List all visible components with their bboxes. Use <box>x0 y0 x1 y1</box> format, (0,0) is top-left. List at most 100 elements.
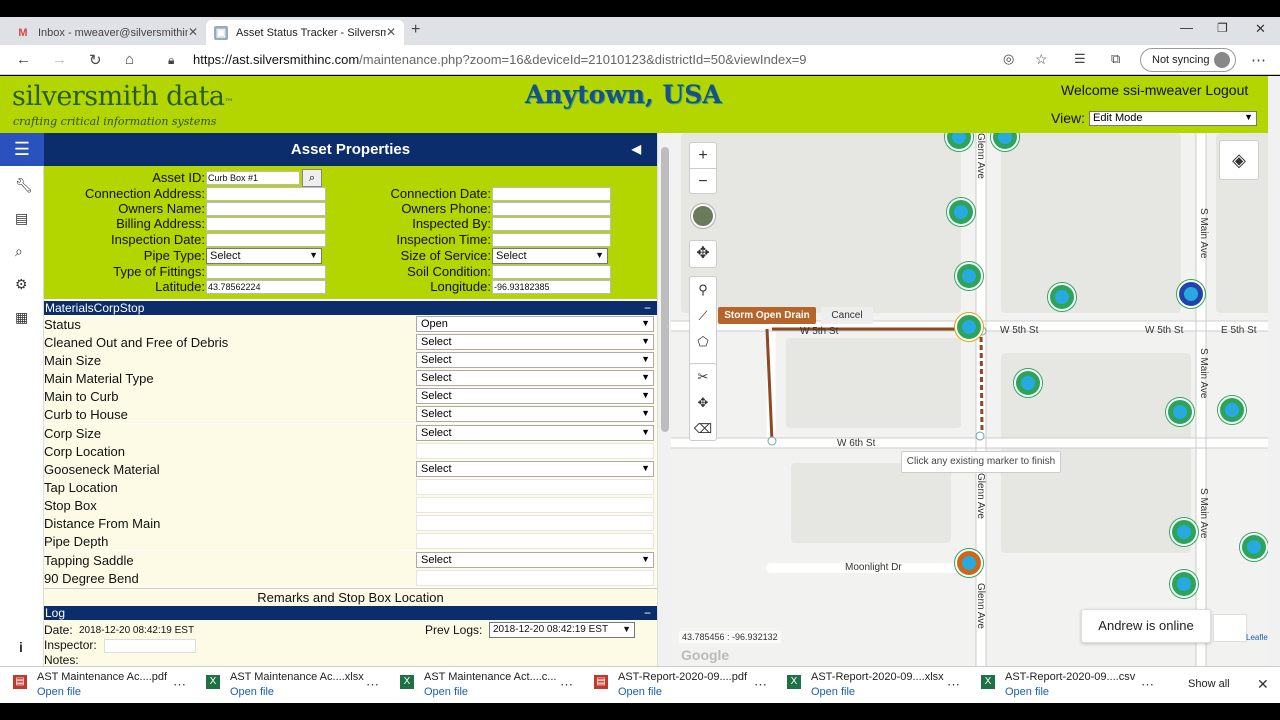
collapse-panel-icon[interactable]: ◀ <box>632 133 641 166</box>
type-of-fittings-input[interactable] <box>206 265 326 279</box>
new-tab-icon[interactable]: + <box>411 21 420 39</box>
asset-marker[interactable] <box>1166 398 1194 426</box>
reload-icon[interactable]: ↻ <box>89 51 102 69</box>
material-row-select[interactable]: Select ▼ <box>416 352 654 368</box>
close-window-icon[interactable]: ✕ <box>1255 21 1266 37</box>
back-icon[interactable]: ← <box>16 51 31 68</box>
material-row-select[interactable]: Select ▼ <box>416 388 654 404</box>
remarks-heading[interactable]: Remarks and Stop Box Location <box>44 588 657 606</box>
lock-icon[interactable]: 🔒︎ <box>168 53 174 68</box>
download-menu-icon[interactable]: ⋯ <box>560 677 573 693</box>
download-item[interactable]: X AST Maintenance Ac....xlsx Open file ⋯ <box>206 671 386 701</box>
map-view[interactable]: W 5th St W 5th St W 5th St E 5th St W 6t… <box>671 133 1268 666</box>
document-icon[interactable]: ▤ <box>15 210 28 227</box>
download-menu-icon[interactable]: ⋯ <box>366 677 379 693</box>
prev-logs-select[interactable]: 2018-12-20 08:42:19 EST ▼ <box>489 622 635 638</box>
profile-button[interactable]: Not syncing <box>1140 48 1236 72</box>
eraser-tool-icon[interactable]: ⌫ <box>690 416 716 442</box>
download-item[interactable]: X AST Maintenance Act....c... Open file ⋯ <box>400 671 580 701</box>
material-row-input[interactable] <box>416 570 654 586</box>
material-row-input[interactable] <box>416 515 654 531</box>
billing-address-input[interactable] <box>206 217 326 231</box>
owners-phone-input[interactable] <box>492 202 611 216</box>
favorites-icon[interactable]: ☰ <box>1074 51 1086 67</box>
material-row-select[interactable]: Select ▼ <box>416 334 654 350</box>
panel-scrollbar[interactable] <box>657 133 671 666</box>
leaflet-attribution[interactable]: Leaflet <box>1246 633 1268 642</box>
download-item[interactable]: X AST-Report-2020-09....csv Open file ⋯ <box>981 671 1161 701</box>
material-row-select[interactable]: Select ▼ <box>416 370 654 386</box>
asset-search-button[interactable]: ⌕ <box>302 169 322 187</box>
marker-tool-icon[interactable]: ⚲ <box>690 277 716 303</box>
more-menu-icon[interactable]: ⋯ <box>1251 51 1266 69</box>
download-menu-icon[interactable]: ⋯ <box>173 677 186 693</box>
download-menu-icon[interactable]: ⋯ <box>754 677 767 693</box>
pipe-type-select[interactable]: Select ▼ <box>206 248 322 264</box>
storm-open-drain-button[interactable]: Storm Open Drain <box>718 307 816 324</box>
download-item[interactable]: ▤ AST Maintenance Ac....pdf Open file ⋯ <box>13 671 193 701</box>
wrench-icon[interactable]: 🔧︎ <box>15 177 33 194</box>
open-file-link[interactable]: Open file <box>1005 686 1049 698</box>
connection-address-input[interactable] <box>206 187 326 201</box>
favorite-star-icon[interactable]: ☆ <box>1035 51 1048 68</box>
section-log[interactable]: Log − <box>44 606 657 620</box>
asset-marker[interactable] <box>1048 283 1076 311</box>
material-row-select[interactable]: Select ▼ <box>416 461 654 477</box>
inspection-time-input[interactable] <box>492 233 611 247</box>
asset-marker[interactable] <box>947 198 975 226</box>
asset-marker[interactable] <box>955 549 983 577</box>
material-row-input[interactable] <box>416 479 654 495</box>
material-row-select[interactable]: Select ▼ <box>416 552 654 568</box>
material-row-input[interactable] <box>416 443 654 459</box>
collapse-icon[interactable]: − <box>644 301 651 315</box>
move-tool-icon[interactable]: ✥ <box>690 390 716 416</box>
material-row-select[interactable]: Select ▼ <box>416 406 654 422</box>
download-item[interactable]: ▤ AST-Report-2020-09....pdf Open file ⋯ <box>594 671 774 701</box>
asset-marker[interactable] <box>1014 369 1042 397</box>
owners-name-input[interactable] <box>206 202 326 216</box>
basemap-thumbnail[interactable] <box>691 204 715 228</box>
inspector-input[interactable] <box>104 639 196 653</box>
collections-icon[interactable]: ⧉ <box>1111 51 1120 67</box>
asset-marker[interactable] <box>1218 396 1246 424</box>
asset-id-input[interactable]: Curb Box #1 <box>206 171 300 185</box>
open-file-link[interactable]: Open file <box>424 686 468 698</box>
search-icon[interactable]: ⌕ <box>15 243 23 260</box>
close-downloads-icon[interactable]: ✕ <box>1257 676 1269 693</box>
scrollbar-thumb[interactable] <box>661 147 669 432</box>
info-icon[interactable]: i <box>19 639 23 655</box>
locate-icon[interactable]: ✥ <box>689 240 717 268</box>
download-item[interactable]: X AST-Report-2020-09....xlsx Open file ⋯ <box>787 671 967 701</box>
welcome-logout[interactable]: Welcome ssi-mweaver Logout <box>1061 82 1248 98</box>
open-file-link[interactable]: Open file <box>811 686 855 698</box>
zoom-out-button[interactable]: − <box>690 169 716 194</box>
restore-icon[interactable]: ❐ <box>1217 21 1228 35</box>
minimize-icon[interactable]: — <box>1180 20 1193 35</box>
asset-marker[interactable] <box>1170 570 1198 598</box>
selected-asset-marker[interactable] <box>955 313 983 341</box>
cancel-draw-button[interactable]: Cancel <box>821 307 873 324</box>
inspection-date-input[interactable] <box>206 233 326 247</box>
inspected-by-input[interactable] <box>492 217 611 231</box>
asset-marker[interactable] <box>1177 280 1205 308</box>
asset-marker[interactable] <box>1240 533 1268 561</box>
page-scrollbar[interactable] <box>1268 76 1280 666</box>
material-row-select[interactable]: Select ▼ <box>416 425 654 441</box>
calendar-icon[interactable]: ▦ <box>15 309 28 326</box>
cut-tool-icon[interactable]: ✂ <box>690 364 716 390</box>
soil-condition-input[interactable] <box>492 265 611 279</box>
section-materials-corp-stop[interactable]: MaterialsCorpStop − <box>44 301 657 315</box>
home-icon[interactable]: ⌂ <box>125 51 134 68</box>
material-row-input[interactable] <box>416 497 654 513</box>
polyline-tool-icon[interactable]: ⟋ <box>690 303 716 329</box>
polygon-tool-icon[interactable]: ⬠ <box>690 329 716 355</box>
gear-icon[interactable]: ⚙ <box>15 276 28 293</box>
show-all-button[interactable]: Show all <box>1188 678 1230 690</box>
longitude-input[interactable]: -96.93182385 <box>492 280 611 294</box>
material-row-select[interactable]: Open ▼ <box>416 316 654 332</box>
url-field[interactable]: https://ast.silversmithinc.com/maintenan… <box>193 52 807 67</box>
open-file-link[interactable]: Open file <box>230 686 274 698</box>
latitude-input[interactable]: 43.78562224 <box>206 280 326 294</box>
open-file-link[interactable]: Open file <box>37 686 81 698</box>
material-row-input[interactable] <box>416 533 654 549</box>
